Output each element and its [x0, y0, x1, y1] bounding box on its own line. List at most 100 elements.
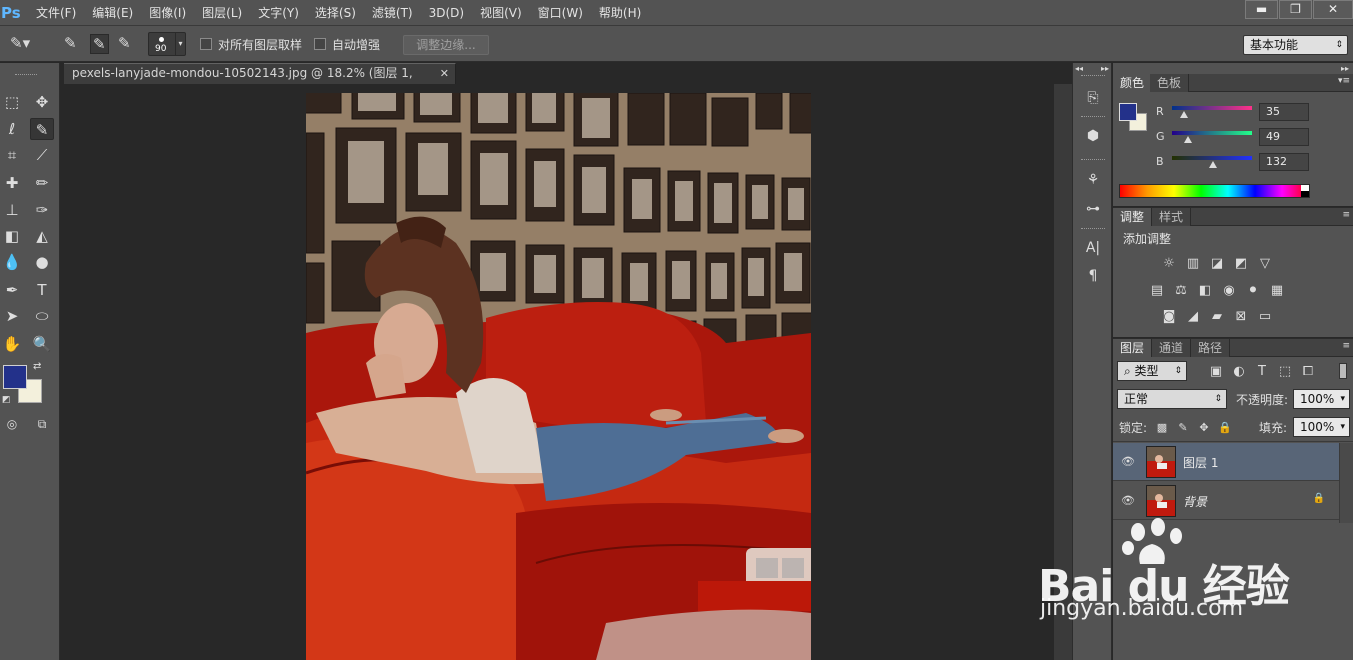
tab-styles[interactable]: 样式: [1152, 208, 1192, 226]
eraser-tool-icon[interactable]: ◧: [0, 225, 24, 247]
paragraph-panel-icon[interactable]: ¶: [1081, 265, 1105, 287]
filter-type-icon[interactable]: T: [1253, 364, 1271, 379]
canvas-area[interactable]: [61, 84, 1054, 660]
panel-grip[interactable]: [1081, 75, 1105, 78]
vibrance-icon[interactable]: ▽: [1256, 256, 1274, 271]
quick-selection-tool-icon[interactable]: ✎: [30, 118, 54, 140]
character-panel-icon[interactable]: A|: [1081, 237, 1105, 259]
lock-image-icon[interactable]: ✎: [1174, 420, 1192, 435]
menu-filter[interactable]: 滤镜(T): [364, 0, 421, 26]
restore-button[interactable]: ❐: [1279, 0, 1312, 19]
red-value-field[interactable]: 35: [1259, 103, 1309, 121]
green-slider-thumb[interactable]: [1184, 136, 1192, 143]
auto-enhance-checkbox[interactable]: [314, 38, 326, 50]
green-value-field[interactable]: 49: [1259, 128, 1309, 146]
move-tool-icon[interactable]: ✥: [30, 91, 54, 113]
layers-scrollbar[interactable]: [1339, 443, 1353, 523]
brush-panel-icon[interactable]: ⊶: [1081, 198, 1105, 220]
subtract-from-selection-icon[interactable]: ✎: [118, 34, 131, 52]
dodge-tool-icon[interactable]: ●: [30, 251, 54, 273]
red-slider-thumb[interactable]: [1180, 111, 1188, 118]
marquee-tool-icon[interactable]: ⬚: [0, 91, 24, 113]
close-tab-icon[interactable]: ✕: [440, 64, 449, 83]
fill-field[interactable]: 100% ▾: [1293, 417, 1350, 437]
tool-preset-picker-icon[interactable]: ✎▾: [10, 34, 30, 52]
selective-color-icon[interactable]: ⊠: [1232, 309, 1250, 324]
path-selection-tool-icon[interactable]: ➤: [0, 305, 24, 327]
menu-3d[interactable]: 3D(D): [421, 0, 472, 26]
refine-edge-button[interactable]: 调整边缘...: [403, 35, 489, 55]
brightness-contrast-icon[interactable]: ☼: [1160, 256, 1178, 271]
color-lookup-icon[interactable]: ▦: [1268, 283, 1286, 298]
menu-select[interactable]: 选择(S): [307, 0, 364, 26]
new-selection-icon[interactable]: ✎: [64, 34, 77, 52]
panel-menu-icon[interactable]: ≡: [1342, 341, 1350, 351]
document-image[interactable]: [306, 93, 811, 660]
screen-mode-icon[interactable]: ⧉: [30, 413, 54, 435]
exposure-icon[interactable]: ◩: [1232, 256, 1250, 271]
collapse-dock-icon[interactable]: ▸▸: [1101, 64, 1109, 73]
filter-smart-object-icon[interactable]: ⧠: [1299, 364, 1317, 379]
foreground-color-swatch[interactable]: [1119, 103, 1137, 121]
menu-window[interactable]: 窗口(W): [530, 0, 591, 26]
blue-slider-thumb[interactable]: [1209, 161, 1217, 168]
filter-adjustment-icon[interactable]: ◐: [1230, 364, 1248, 379]
menu-help[interactable]: 帮助(H): [591, 0, 649, 26]
opacity-field[interactable]: 100% ▾: [1293, 389, 1350, 409]
3d-panel-icon[interactable]: ⬢: [1081, 125, 1105, 147]
panel-grip[interactable]: [1081, 228, 1105, 231]
tab-swatches[interactable]: 色板: [1150, 74, 1190, 92]
panel-grip[interactable]: [15, 74, 37, 77]
blue-slider[interactable]: [1172, 156, 1252, 160]
close-button[interactable]: ✕: [1313, 0, 1353, 19]
layer-filter-select[interactable]: ⌕ 类型 ⇕: [1117, 361, 1187, 381]
filter-pixel-icon[interactable]: ▣: [1207, 364, 1225, 379]
pen-tool-icon[interactable]: ✒: [0, 279, 24, 301]
history-brush-tool-icon[interactable]: ✑: [30, 199, 54, 221]
panel-menu-icon[interactable]: ≡: [1342, 210, 1350, 220]
brush-tool-icon[interactable]: ✏: [30, 172, 54, 194]
clone-stamp-tool-icon[interactable]: ⊥: [0, 199, 24, 221]
channel-mixer-icon[interactable]: ⚫: [1244, 283, 1262, 298]
threshold-icon[interactable]: ▰: [1208, 309, 1226, 324]
ellipse-tool-icon[interactable]: ⬭: [30, 305, 54, 327]
brush-presets-icon[interactable]: ⚘: [1081, 169, 1105, 191]
black-white-swatch[interactable]: [1301, 185, 1309, 197]
tab-color[interactable]: 颜色: [1113, 74, 1153, 92]
collapse-panel-icon[interactable]: ▸▸: [1341, 64, 1349, 73]
hand-tool-icon[interactable]: ✋: [0, 333, 24, 355]
posterize-icon[interactable]: ◢: [1184, 309, 1202, 324]
healing-brush-tool-icon[interactable]: ✚: [0, 172, 24, 194]
lock-transparent-icon[interactable]: ▩: [1153, 420, 1171, 435]
minimize-button[interactable]: ▬: [1245, 0, 1278, 19]
menu-edit[interactable]: 编辑(E): [84, 0, 141, 26]
default-colors-icon[interactable]: ◩: [2, 395, 11, 405]
green-slider[interactable]: [1172, 131, 1252, 135]
expand-panels-icon[interactable]: ◂◂: [1075, 64, 1083, 73]
layer-row-background[interactable]: 👁 背景 🔒: [1113, 482, 1339, 520]
filter-toggle[interactable]: [1339, 363, 1347, 379]
eyedropper-tool-icon[interactable]: ⟋: [30, 144, 54, 166]
black-white-icon[interactable]: ◧: [1196, 283, 1214, 298]
crop-tool-icon[interactable]: ⌗: [0, 144, 24, 166]
visibility-eye-icon[interactable]: 👁: [1121, 455, 1135, 468]
menu-file[interactable]: 文件(F): [28, 0, 84, 26]
history-panel-icon[interactable]: ⎘: [1081, 87, 1105, 109]
levels-icon[interactable]: ▥: [1184, 256, 1202, 271]
blend-mode-select[interactable]: 正常 ⇕: [1117, 389, 1227, 409]
invert-icon[interactable]: ◙: [1160, 309, 1178, 324]
red-slider[interactable]: [1172, 106, 1252, 110]
workspace-select[interactable]: 基本功能 ⇕: [1243, 35, 1348, 55]
visibility-eye-icon[interactable]: 👁: [1121, 494, 1135, 507]
foreground-color-swatch[interactable]: [3, 365, 27, 389]
menu-layer[interactable]: 图层(L): [194, 0, 250, 26]
zoom-tool-icon[interactable]: 🔍: [30, 333, 54, 355]
menu-view[interactable]: 视图(V): [472, 0, 530, 26]
blue-value-field[interactable]: 132: [1259, 153, 1309, 171]
type-tool-icon[interactable]: T: [30, 279, 54, 301]
photo-filter-icon[interactable]: ◉: [1220, 283, 1238, 298]
panel-grip[interactable]: [1081, 116, 1105, 119]
tab-paths[interactable]: 路径: [1191, 339, 1231, 357]
add-to-selection-icon[interactable]: ✎: [90, 34, 109, 54]
tab-adjustments[interactable]: 调整: [1113, 208, 1153, 226]
